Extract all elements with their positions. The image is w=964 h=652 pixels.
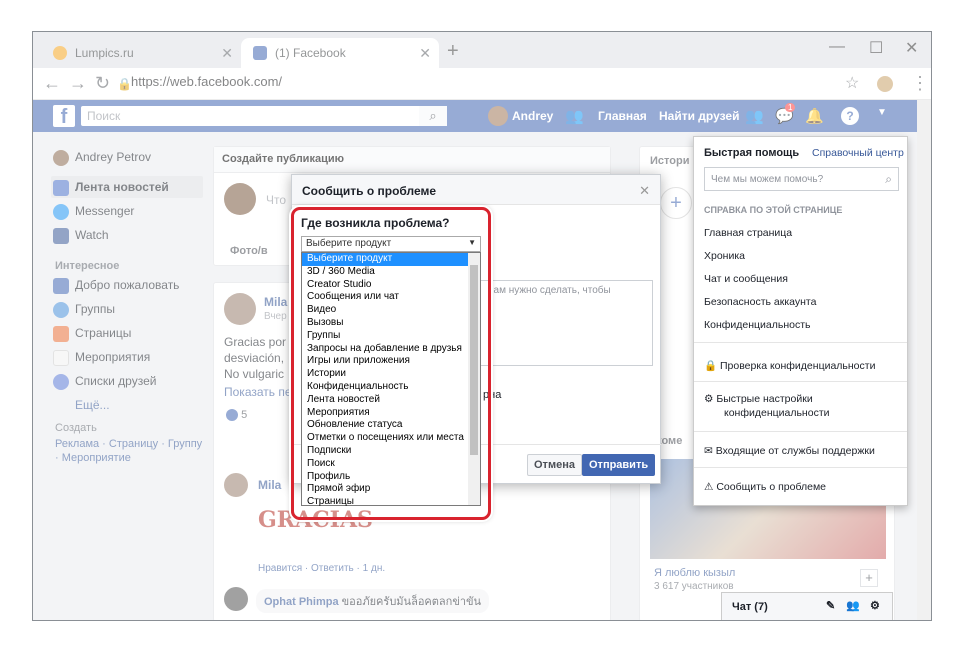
dropdown-option[interactable]: Профиль: [302, 471, 480, 484]
divider: [694, 467, 907, 468]
alert-icon: ⚠: [704, 481, 714, 493]
dialog-title: Сообщить о проблеме ✕: [292, 175, 660, 205]
dropdown-option[interactable]: Лента новостей: [302, 394, 480, 407]
send-button[interactable]: Отправить: [582, 454, 656, 476]
dropdown-option[interactable]: Прямой эфир: [302, 483, 480, 496]
help-link-security[interactable]: Безопасность аккаунта: [704, 296, 816, 308]
gear-icon: ⚙: [704, 393, 714, 405]
privacy-check-item[interactable]: 🔒 Проверка конфиденциальности: [704, 359, 875, 372]
select-value: Выберите продукт: [306, 238, 392, 249]
gear-icon[interactable]: ⚙: [870, 599, 880, 612]
support-inbox-label: Входящие от службы поддержки: [715, 445, 875, 457]
privacy-settings-label: Быстрые настройки: [716, 393, 813, 405]
chevron-down-icon: ▼: [468, 238, 476, 247]
compose-icon[interactable]: ✎: [826, 599, 835, 612]
privacy-settings-label-2: конфиденциальности: [724, 407, 830, 419]
search-icon[interactable]: ⌕: [885, 172, 892, 187]
lock-icon: 🔒: [704, 360, 718, 372]
dropdown-option[interactable]: Подписки: [302, 445, 480, 458]
dropdown-option[interactable]: Страницы: [302, 496, 480, 509]
help-link-home[interactable]: Главная страница: [704, 227, 792, 239]
dropdown-option[interactable]: 3D / 360 Media: [302, 266, 480, 279]
scrollbar-thumb[interactable]: [470, 265, 478, 455]
help-link-chat[interactable]: Чат и сообщения: [704, 273, 788, 285]
dropdown-option[interactable]: Сообщения или чат: [302, 291, 480, 304]
dialog-title-text: Сообщить о проблеме: [302, 184, 437, 198]
report-problem-label: Сообщить о проблеме: [716, 481, 827, 493]
help-search-placeholder: Чем мы можем помочь?: [711, 174, 824, 185]
help-center-link[interactable]: Справочный центр: [812, 147, 904, 159]
dropdown-option[interactable]: Creator Studio: [302, 279, 480, 292]
dropdown-option[interactable]: Вызовы: [302, 317, 480, 330]
dropdown-option[interactable]: Запросы на добавление в друзья: [302, 343, 480, 356]
privacy-settings-item[interactable]: ⚙ Быстрые настройки: [704, 393, 813, 405]
help-section-title: СПРАВКА ПО ЭТОЙ СТРАНИЦЕ: [704, 205, 843, 215]
help-search-input[interactable]: Чем мы можем помочь? ⌕: [704, 167, 899, 191]
support-inbox-item[interactable]: ✉ Входящие от службы поддержки: [704, 445, 875, 457]
dropdown-option[interactable]: Конфиденциальность: [302, 381, 480, 394]
page-scrollbar[interactable]: [917, 100, 931, 620]
chat-bar[interactable]: Чат (7) ✎ 👥 ⚙: [721, 592, 893, 620]
divider: [694, 342, 907, 343]
quick-help-panel: Быстрая помощь Справочный центр Чем мы м…: [693, 136, 908, 506]
help-link-timeline[interactable]: Хроника: [704, 250, 745, 262]
dropdown-option[interactable]: Видео: [302, 304, 480, 317]
dropdown-option[interactable]: Отметки о посещениях или места: [302, 432, 480, 445]
option-list: Выберите продукт 3D / 360 Media Creator St…: [302, 253, 480, 509]
cancel-button[interactable]: Отмена: [527, 454, 582, 476]
envelope-icon: ✉: [704, 445, 713, 457]
product-dropdown-list: Выберите продукт 3D / 360 Media Creator St…: [301, 252, 481, 509]
description-textarea[interactable]: нам нужно сделать, чтобы: [479, 280, 653, 366]
help-link-privacy[interactable]: Конфиденциальность: [704, 319, 811, 331]
browser-window: Lumpics.ru ✕ (1) Facebook ✕ + — ☐ ✕ ← → ↻ …: [32, 31, 932, 621]
close-icon[interactable]: ✕: [639, 183, 650, 199]
chat-label: Чат (7): [732, 601, 768, 613]
product-select[interactable]: Выберите продукт ▼: [301, 236, 481, 252]
dropdown-option[interactable]: Игры или приложения: [302, 355, 480, 368]
group-icon[interactable]: 👥: [846, 599, 860, 612]
quick-help-title: Быстрая помощь: [704, 147, 800, 159]
divider: [694, 381, 907, 382]
report-problem-item[interactable]: ⚠ Сообщить о проблеме: [704, 481, 826, 493]
question-label: Где возникла проблема?: [301, 216, 450, 230]
dropdown-option[interactable]: Поиск: [302, 458, 480, 471]
dropdown-option[interactable]: Истории: [302, 368, 480, 381]
dropdown-option[interactable]: Выберите продукт: [302, 253, 480, 266]
scrollbar[interactable]: [468, 253, 480, 505]
divider: [694, 431, 907, 432]
dropdown-option[interactable]: Мероприятия: [302, 407, 480, 420]
dropdown-option[interactable]: Группы: [302, 330, 480, 343]
privacy-check-label: Проверка конфиденциальности: [720, 360, 876, 372]
dropdown-option[interactable]: Обновление статуса: [302, 419, 480, 432]
